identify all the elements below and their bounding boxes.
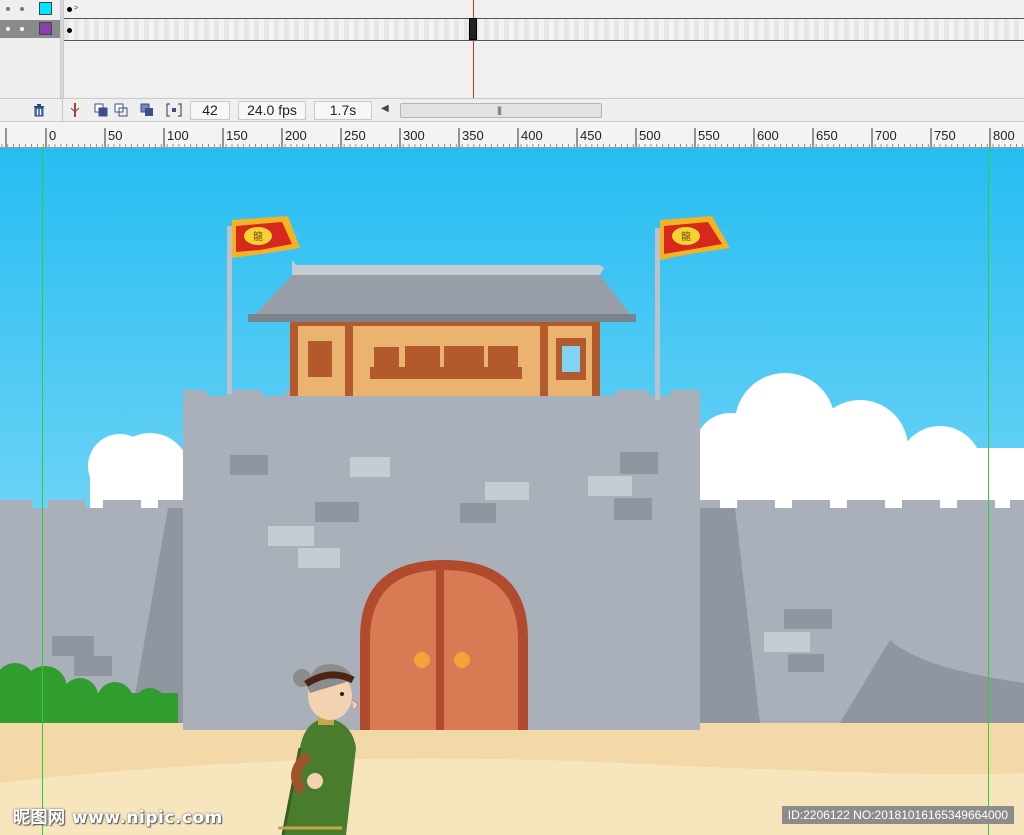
layer-row-2[interactable] <box>0 20 60 38</box>
svg-text:龍: 龍 <box>681 230 691 243</box>
toolbar-separator <box>62 99 63 121</box>
ruler-label: 600 <box>757 128 779 143</box>
cartoon-scene[interactable]: 龍 龍 <box>0 148 1024 835</box>
watermark-site: 昵图网 www.nipic.com <box>13 808 223 828</box>
edit-multiple-frames-icon[interactable] <box>140 103 154 117</box>
stage-canvas[interactable]: 龍 龍 <box>0 148 1024 835</box>
horizontal-scrollbar[interactable]: ||| <box>400 103 602 118</box>
modify-markers-icon[interactable] <box>166 103 182 117</box>
ruler-label: 100 <box>167 128 189 143</box>
ruler-label: 200 <box>285 128 307 143</box>
onion-skin-outlines-icon[interactable] <box>114 103 128 117</box>
trash-icon[interactable] <box>32 103 46 117</box>
ruler-label: 700 <box>875 128 897 143</box>
gate-tower <box>183 390 700 730</box>
layer-color-swatch-icon[interactable] <box>39 2 52 15</box>
ruler-label: 50 <box>108 128 122 143</box>
svg-text:龍: 龍 <box>253 230 263 243</box>
timeline-toolbar: 42 24.0 fps 1.7s ◀ ||| <box>0 98 1024 122</box>
lock-dot-icon[interactable] <box>20 7 24 11</box>
frame-row-2[interactable] <box>64 19 1024 41</box>
lock-dot-icon[interactable] <box>20 27 24 31</box>
keyframe-icon[interactable] <box>67 28 72 33</box>
layer-row-1[interactable] <box>0 0 60 18</box>
keyframe-icon[interactable] <box>67 7 72 12</box>
scroll-grip-icon[interactable]: ||| <box>497 105 502 115</box>
frame-grid[interactable]: > <box>64 0 1024 98</box>
ruler-label: 150 <box>226 128 248 143</box>
timeline-panel: > <box>0 0 1024 98</box>
layer-color-swatch-icon[interactable] <box>39 22 52 35</box>
pavilion <box>248 260 636 396</box>
frame-rate-field[interactable]: 24.0 fps <box>238 101 306 120</box>
ruler-label: 650 <box>816 128 838 143</box>
guide-line-right[interactable] <box>988 148 989 835</box>
ruler-label: 250 <box>344 128 366 143</box>
ruler-label: 800 <box>993 128 1015 143</box>
ruler-label: 750 <box>934 128 956 143</box>
ruler-label: 450 <box>580 128 602 143</box>
current-frame-field[interactable]: 42 <box>190 101 230 120</box>
playhead[interactable] <box>473 0 474 98</box>
ruler-label: 0 <box>49 128 56 143</box>
visibility-dot-icon[interactable] <box>6 7 10 11</box>
scroll-left-arrow-icon[interactable]: ◀ <box>381 103 389 114</box>
onion-skin-icon[interactable] <box>94 103 108 117</box>
tween-arrow-icon: > <box>74 5 79 12</box>
playhead-handle[interactable] <box>469 18 477 40</box>
ruler-label: 300 <box>403 128 425 143</box>
ruler-label: 550 <box>698 128 720 143</box>
frame-row-1[interactable]: > <box>64 0 1024 19</box>
visibility-dot-icon[interactable] <box>6 27 10 31</box>
elapsed-time-field[interactable]: 1.7s <box>314 101 372 120</box>
ruler-label: 350 <box>462 128 484 143</box>
guide-line-left[interactable] <box>42 148 43 835</box>
center-frame-icon[interactable] <box>68 103 82 117</box>
ruler-ticks: 0 50 100 150 200 250 300 350 400 450 500 550 600 650 7… <box>1 128 1023 147</box>
horizontal-ruler: 0 50 100 150 200 250 300 350 400 450 500 550 600 650 7… <box>0 122 1024 148</box>
ruler-label: 500 <box>639 128 661 143</box>
layer-list <box>0 0 61 98</box>
ruler-label: 400 <box>521 128 543 143</box>
watermark-id: ID:2206122 NO:20181016165349664000 <box>781 806 1014 824</box>
right-wall <box>660 500 1024 723</box>
